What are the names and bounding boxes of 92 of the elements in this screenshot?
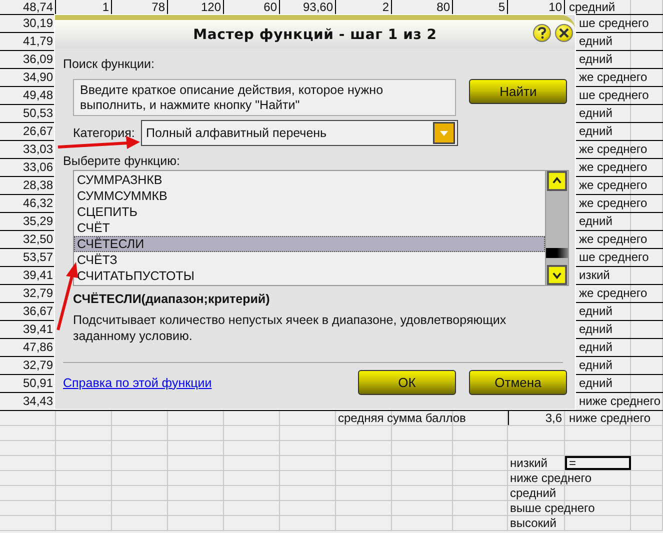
dropdown-arrow-icon [433,122,455,144]
table-cell: 3,6 [545,411,562,425]
table-cell: ше среднего [579,15,649,32]
table-cell: едний [579,51,612,68]
table-cell: 120 [200,0,221,14]
table-cell: средний [569,0,616,14]
table-cell: 32,79 [22,357,53,374]
table-cell: 34,90 [22,69,53,86]
table-cell: 78 [152,0,165,14]
table-cell: же среднего [579,231,648,248]
function-signature: СЧЁТЕСЛИ(диапазон;критерий) [73,292,271,306]
table-cell: едний [579,321,612,338]
table-cell: 36,09 [22,51,53,68]
table-cell: высокий [510,516,556,530]
table-cell: же среднего [579,285,648,302]
table-cell: едний [579,123,612,140]
list-item[interactable]: СЧЁТЗ [74,252,545,268]
table-cell: 48,74 [22,0,53,14]
table-cell: средняя сумма баллов [338,411,466,425]
table-cell: 93,60 [302,0,333,14]
table-cell: 53,57 [22,249,53,266]
table-cell: 49,48 [22,87,53,104]
find-button[interactable]: Найти [469,79,567,104]
table-cell: ше среднего [579,87,649,104]
table-cell: едний [579,213,612,230]
table-cell: 80 [436,0,450,14]
table-cell: 32,50 [22,231,53,248]
table-cell: 35,29 [22,213,53,230]
category-dropdown[interactable]: Полный алфавитный перечень [141,120,458,146]
table-cell: 60 [264,0,277,14]
table-cell: 39,41 [22,321,53,338]
table-cell: 33,03 [22,141,53,158]
ok-button[interactable]: ОК [358,370,456,395]
table-cell: же среднего [579,195,648,212]
table-cell: же среднего [579,69,648,86]
list-item[interactable]: СУММРАЗНКВ [74,172,545,188]
list-item[interactable]: СЧЁТЕСЛИ [74,236,545,252]
table-cell: 36,67 [22,303,53,320]
table-cell: 10 [548,0,562,14]
table-cell: ниже среднего [579,393,661,410]
table-cell: 46,32 [22,195,53,212]
table-cell: 50,53 [22,105,53,122]
list-item[interactable]: СУММСУММКВ [74,188,545,204]
table-cell: 1 [102,0,109,14]
table-cell: едний [579,375,612,392]
search-field[interactable]: Введите краткое описание действия, которое нужно выполнить, и нажмите кнопку "Найти" [73,79,456,116]
scroll-up-icon[interactable] [547,171,567,191]
table-cell: 30,19 [22,15,53,32]
table-cell: выше среднего [510,501,595,515]
table-cell: 28,38 [22,177,53,194]
table-cell: же среднего [579,177,648,194]
table-cell: средний [510,486,556,500]
function-label: Выберите функцию: [63,153,181,170]
table-cell: 34,43 [22,393,53,410]
table-cell: едний [579,303,612,320]
close-button[interactable] [555,24,573,42]
list-item[interactable]: СЧИТАТЬПУСТОТЫ [74,268,545,284]
category-label: Категория: [73,126,136,140]
table-cell: ниже среднего [510,471,592,485]
table-cell: 47,86 [22,339,53,356]
table-cell: изкий [579,267,610,284]
table-cell: 50,91 [22,375,53,392]
list-item[interactable]: СЧЁТ [74,220,545,236]
table-cell: же среднего [579,141,648,158]
table-cell: едний [579,357,612,374]
cancel-button[interactable]: Отмена [469,370,567,395]
search-label: Поиск функции: [63,56,156,73]
table-cell: ше среднего [579,249,649,266]
help-button[interactable] [533,24,551,42]
close-icon [559,28,569,38]
table-cell: 39,41 [22,267,53,284]
table-cell: 5 [498,0,505,14]
scroll-down-icon[interactable] [547,265,567,285]
table-cell: ниже среднего [569,411,651,425]
table-cell: едний [579,105,612,122]
table-cell: 32,79 [22,285,53,302]
list-item[interactable]: СЦЕПИТЬ [74,204,545,220]
help-link[interactable]: Справка по этой функции [63,376,212,390]
active-cell[interactable]: = [565,456,631,470]
table-cell: едний [579,339,612,356]
scrollbar[interactable] [545,171,568,285]
table-cell: 41,79 [22,33,53,50]
table-cell: 26,67 [22,123,53,140]
table-cell: же среднего [579,159,648,176]
dialog-title: Мастер функций - шаг 1 из 2 [193,26,437,42]
table-cell: 33,06 [22,159,53,176]
function-description: Подсчитывает количество непустых ячеек в диапазоне, удовлетворяющих заданному условию. [73,312,508,344]
scroll-thumb[interactable] [546,248,568,258]
help-icon [537,27,547,39]
table-cell: низкий [510,456,548,470]
table-cell: едний [579,33,612,50]
table-cell: 2 [382,0,389,14]
